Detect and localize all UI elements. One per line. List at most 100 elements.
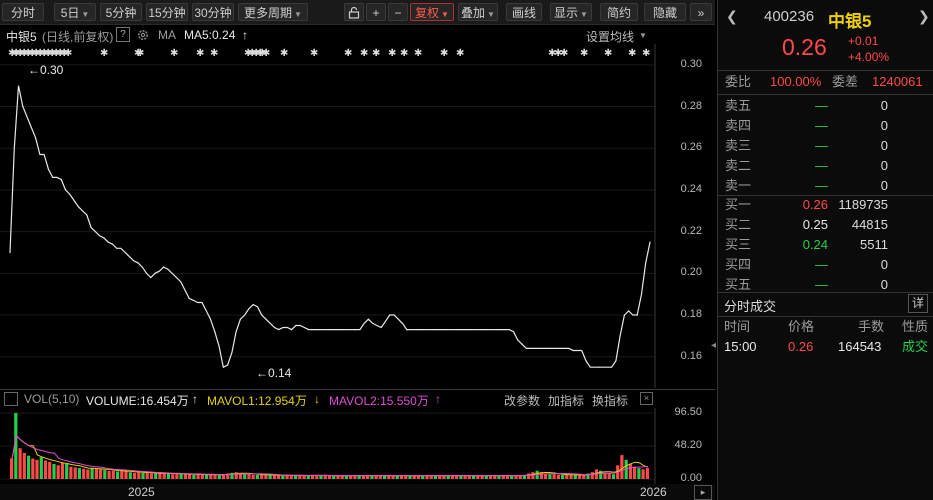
hide-button[interactable]: 隐藏 xyxy=(644,3,686,21)
price-tick-label: 0.24 xyxy=(680,182,702,195)
bid-level-label: 买四 xyxy=(725,257,752,272)
volume-bar xyxy=(183,474,187,479)
event-marker-icon[interactable]: ✱ xyxy=(372,48,380,59)
volume-bar xyxy=(514,475,518,479)
period-30min-button[interactable]: 30分钟 xyxy=(192,3,234,21)
volume-bar xyxy=(556,474,560,479)
volume-bar xyxy=(306,475,310,479)
more-periods-button[interactable]: 更多周期 ▼ xyxy=(238,3,308,21)
expand-panel-icon[interactable]: ◂ xyxy=(711,340,716,351)
minimize-icon[interactable] xyxy=(4,392,18,406)
price-point xyxy=(188,297,190,299)
bid-row[interactable]: 买一 0.26 1189735 xyxy=(718,195,933,215)
event-marker-icon[interactable]: ✱ xyxy=(388,48,396,59)
volume-bar xyxy=(31,458,35,479)
event-marker-icon[interactable]: ✱ xyxy=(310,48,318,59)
ma-settings-button[interactable]: 设置均线 xyxy=(586,28,634,45)
event-marker-icon[interactable]: ✱ xyxy=(136,48,144,59)
ask-row[interactable]: 卖五 — 0 xyxy=(718,96,933,116)
next-stock-icon[interactable]: ❯ xyxy=(918,8,930,25)
overlay-button[interactable]: 叠加 ▼ xyxy=(458,3,498,21)
collapse-panel-button[interactable]: » xyxy=(690,3,712,21)
scroll-right-icon[interactable]: ▸ xyxy=(694,485,712,500)
volume-bar xyxy=(260,474,264,479)
gear-icon[interactable] xyxy=(136,28,150,45)
adjust-button[interactable]: 复权 ▼ xyxy=(410,3,454,21)
price-point xyxy=(150,276,152,279)
event-marker-icon[interactable]: ✱ xyxy=(414,48,422,59)
zoom-in-button[interactable]: + xyxy=(366,3,386,21)
price-chart[interactable]: ✱✱✱✱✱✱✱✱✱✱✱✱✱✱✱ ✱ ✱✱ ✱ ✱ ✱ ✱✱✱✱✱✱ ✱ ✱ ✱ ✱ ✱ ✱ ✱ ✱ ✱ ✱ ✱✱✱… xyxy=(0,44,715,388)
ask-level-label: 卖五 xyxy=(725,98,752,113)
event-marker-icon[interactable]: ✱ xyxy=(560,48,568,59)
volume-bar xyxy=(103,470,107,479)
order-ratio-row: 委比 100.00% 委差 1240061 xyxy=(718,72,933,92)
event-marker-icon[interactable]: ✱ xyxy=(262,48,270,59)
period-15min-button[interactable]: 15分钟 xyxy=(146,3,188,21)
trade-price: 0.26 xyxy=(788,339,814,354)
event-marker-icon[interactable]: ✱ xyxy=(400,48,408,59)
ask-row[interactable]: 卖三 — 0 xyxy=(718,136,933,156)
trade-detail-button[interactable]: 详 xyxy=(908,294,928,313)
event-marker-icon[interactable]: ✱ xyxy=(196,48,204,59)
event-marker-icon[interactable]: ✱ xyxy=(64,48,72,59)
volume-bar xyxy=(472,475,476,479)
bid-row[interactable]: 买二 0.25 44815 xyxy=(718,215,933,235)
help-icon[interactable]: ? xyxy=(116,27,130,42)
add-indicator-button[interactable]: 加指标 xyxy=(548,392,584,409)
lock-button[interactable] xyxy=(344,3,364,21)
event-marker-icon[interactable]: ✱ xyxy=(604,48,612,59)
event-marker-icon[interactable]: ✱ xyxy=(280,48,288,59)
price-point xyxy=(611,366,613,368)
period-5min-button[interactable]: 5分钟 xyxy=(100,3,142,21)
price-point xyxy=(393,314,395,316)
volume-bar xyxy=(611,474,616,479)
period-5day-button[interactable]: 5日 ▼ xyxy=(54,3,96,21)
chevron-down-icon: ▼ xyxy=(639,31,647,40)
simple-mode-button[interactable]: 简约 xyxy=(600,3,638,21)
price-point xyxy=(355,329,357,331)
switch-indicator-button[interactable]: 换指标 xyxy=(592,392,628,409)
volume-bar xyxy=(86,469,90,479)
ask-row[interactable]: 卖四 — 0 xyxy=(718,116,933,136)
volume-bar xyxy=(281,475,285,479)
volume-bar xyxy=(366,475,370,479)
bid-row[interactable]: 买四 — 0 xyxy=(718,255,933,275)
display-button[interactable]: 显示 ▼ xyxy=(550,3,592,21)
price-point xyxy=(303,326,305,329)
prev-stock-icon[interactable]: ❮ xyxy=(726,8,738,25)
volume-bar xyxy=(217,474,221,479)
event-marker-icon[interactable]: ✱ xyxy=(628,48,636,59)
price-point xyxy=(329,329,331,331)
volume-bar xyxy=(416,475,421,479)
period-intraday-button[interactable]: 分时 xyxy=(2,3,44,21)
volume-bar xyxy=(374,475,378,479)
event-marker-icon[interactable]: ✱ xyxy=(456,48,464,59)
change-params-button[interactable]: 改参数 xyxy=(504,392,540,409)
zoom-out-button[interactable]: − xyxy=(388,3,408,21)
event-marker-icon[interactable]: ✱ xyxy=(580,48,588,59)
price-tick-label: 0.28 xyxy=(680,99,702,112)
event-marker-icon[interactable]: ✱ xyxy=(344,48,352,59)
event-marker-icon[interactable]: ✱ xyxy=(440,48,448,59)
divider xyxy=(718,94,933,95)
divider xyxy=(718,70,933,71)
event-marker-icon[interactable]: ✱ xyxy=(210,48,218,59)
volume-chart[interactable] xyxy=(0,408,715,484)
event-marker-icon[interactable]: ✱ xyxy=(360,48,368,59)
ask-row[interactable]: 卖二 — 0 xyxy=(718,156,933,176)
volume-bar xyxy=(378,475,382,479)
ask-row[interactable]: 卖一 — 0 xyxy=(718,176,933,196)
event-marker-icon[interactable]: ✱ xyxy=(642,48,650,59)
event-marker-icon[interactable]: ✱ xyxy=(170,48,178,59)
event-marker-icon[interactable]: ✱ xyxy=(100,48,108,59)
price-tick-label: 0.30 xyxy=(680,57,702,70)
draw-line-button[interactable]: 画线 xyxy=(506,3,542,21)
bid-row[interactable]: 买三 0.24 5511 xyxy=(718,235,933,255)
bid-price: — xyxy=(815,257,828,272)
trade-col-time: 时间 xyxy=(724,319,751,334)
trade-row[interactable]: 15:00 0.26 164543 成交 xyxy=(718,337,933,357)
close-icon[interactable]: × xyxy=(640,392,653,405)
x-label-2026: 2026 xyxy=(640,485,667,499)
volume-bar xyxy=(442,475,446,479)
